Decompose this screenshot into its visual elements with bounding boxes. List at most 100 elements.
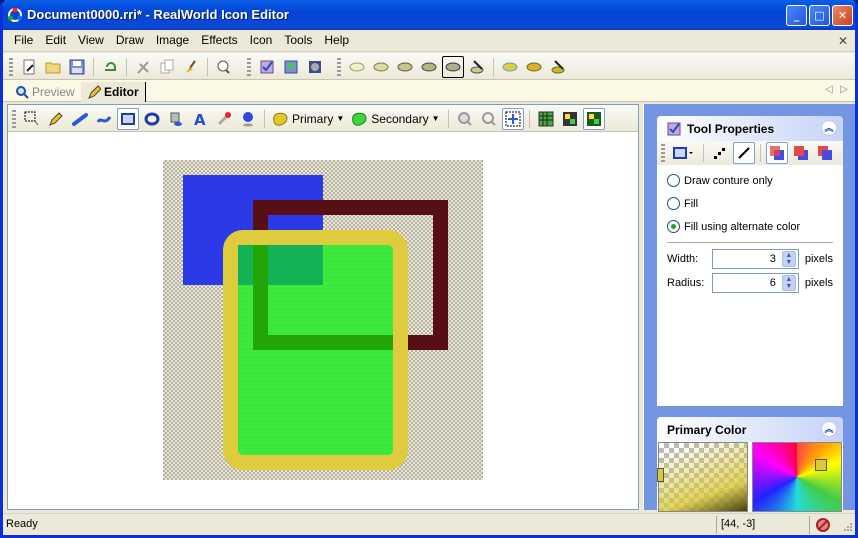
cut-icon[interactable] — [132, 56, 154, 78]
alpha-slider[interactable] — [657, 442, 748, 512]
blend-mode-3-icon[interactable] — [814, 142, 836, 164]
menu-effects[interactable]: Effects — [195, 30, 243, 50]
ellipse-tool-icon[interactable] — [141, 108, 163, 130]
bulb-icon[interactable] — [213, 56, 235, 78]
secondary-color-icon — [352, 112, 367, 126]
zoom-preview-icon[interactable] — [280, 56, 302, 78]
tab-preview[interactable]: Preview — [9, 82, 81, 102]
line-tool-icon[interactable] — [69, 108, 91, 130]
zoom-out-icon[interactable] — [478, 108, 500, 130]
menu-file[interactable]: File — [8, 30, 39, 50]
toolbar-separator — [447, 109, 449, 128]
rectangle-tool-icon[interactable] — [117, 107, 139, 130]
grid-icon[interactable] — [535, 108, 557, 130]
toolbar-grip[interactable] — [661, 144, 665, 162]
text-tool-icon[interactable]: A — [189, 108, 211, 130]
layer-color-1-icon[interactable] — [499, 56, 521, 78]
primary-color-button[interactable]: Primary ▼ — [269, 112, 348, 126]
width-spinner[interactable]: 3 ▲ ▼ — [711, 249, 799, 269]
tab-preview-label: Preview — [32, 85, 75, 99]
resize-grip-icon[interactable] — [841, 522, 853, 534]
hue-wheel[interactable] — [752, 442, 842, 512]
eraser-tool-icon[interactable] — [213, 108, 235, 130]
spin-arrows-icon[interactable]: ▲ ▼ — [781, 275, 796, 291]
tab-scroll-left-icon[interactable]: ◁ — [825, 84, 833, 95]
menu-icon[interactable]: Icon — [244, 30, 279, 50]
option-fill-alternate[interactable]: Fill using alternate color — [657, 215, 843, 238]
editor-toolbar: A Primary ▼ Secondary ▼ — [8, 105, 638, 132]
blend-mode-2-icon[interactable] — [790, 142, 812, 164]
layer-style-4-icon[interactable] — [418, 56, 440, 78]
layer-style-1-icon[interactable] — [346, 56, 368, 78]
collapse-icon[interactable]: ︽ — [821, 120, 837, 136]
maximize-button[interactable]: □ — [809, 5, 830, 26]
toolbar-separator — [207, 57, 208, 76]
shape-type-dropdown[interactable] — [670, 142, 698, 164]
new-document-icon[interactable] — [18, 56, 40, 78]
save-icon[interactable] — [66, 56, 88, 78]
checkbox-icon — [667, 122, 681, 135]
radio-button[interactable] — [667, 197, 680, 210]
toolbar-grip[interactable] — [12, 109, 16, 128]
minimize-button[interactable]: _ — [786, 5, 807, 26]
width-value[interactable]: 3 — [770, 253, 776, 265]
spin-arrows-icon[interactable]: ▲ ▼ — [781, 251, 796, 267]
color-picker-tool-icon[interactable] — [237, 108, 259, 130]
menu-tools[interactable]: Tools — [278, 30, 318, 50]
antialiased-line-icon[interactable] — [733, 142, 755, 164]
toolbar-grip[interactable] — [247, 57, 251, 76]
close-button[interactable]: ✕ — [832, 5, 853, 26]
radio-button-selected[interactable] — [667, 220, 680, 233]
layer-color-edit-icon[interactable] — [547, 56, 569, 78]
secondary-color-button[interactable]: Secondary ▼ — [348, 112, 443, 126]
icon-canvas[interactable] — [163, 160, 483, 480]
document-close-icon[interactable]: ✕ — [835, 33, 851, 49]
menu-view[interactable]: View — [72, 30, 110, 50]
background-1-icon[interactable] — [559, 108, 581, 130]
layer-color-2-icon[interactable] — [523, 56, 545, 78]
alpha-slider-handle[interactable] — [657, 468, 664, 482]
blend-mode-1-icon[interactable] — [766, 142, 788, 164]
collapse-icon[interactable]: ︽ — [821, 421, 837, 437]
menu-draw[interactable]: Draw — [110, 30, 150, 50]
frame-icon[interactable] — [304, 56, 326, 78]
app-window: Document0000.rri* - RealWorld Icon Edito… — [0, 0, 858, 538]
checkbox-icon[interactable] — [256, 56, 278, 78]
divider — [716, 516, 717, 534]
toolbar-grip[interactable] — [337, 57, 341, 76]
pencil-tool-icon[interactable] — [45, 108, 67, 130]
radius-label: Radius: — [667, 277, 705, 289]
copy-icon[interactable] — [156, 56, 178, 78]
aliased-line-icon[interactable] — [709, 142, 731, 164]
svg-text:A: A — [194, 111, 206, 127]
curve-tool-icon[interactable] — [93, 108, 115, 130]
menu-image[interactable]: Image — [150, 30, 195, 50]
layer-style-5-icon[interactable] — [442, 55, 464, 78]
radius-spinner[interactable]: 6 ▲ ▼ — [711, 273, 799, 293]
selection-tool-icon[interactable] — [21, 108, 43, 130]
toolbar-grip[interactable] — [9, 57, 13, 76]
zoom-in-icon[interactable] — [454, 108, 476, 130]
layer-style-edit-icon[interactable] — [466, 56, 488, 78]
background-2-icon[interactable] — [582, 107, 605, 130]
width-row: Width: 3 ▲ ▼ pixels — [657, 247, 843, 271]
option-draw-conture-only[interactable]: Draw conture only — [657, 169, 843, 192]
paste-brush-icon[interactable] — [180, 56, 202, 78]
undo-icon[interactable] — [99, 56, 121, 78]
layer-style-3-icon[interactable] — [394, 56, 416, 78]
radius-value[interactable]: 6 — [770, 277, 776, 289]
fill-tool-icon[interactable] — [165, 108, 187, 130]
layer-style-2-icon[interactable] — [370, 56, 392, 78]
menu-edit[interactable]: Edit — [39, 30, 72, 50]
option-fill[interactable]: Fill — [657, 192, 843, 215]
menu-help[interactable]: Help — [318, 30, 355, 50]
radio-button[interactable] — [667, 174, 680, 187]
open-folder-icon[interactable] — [42, 56, 64, 78]
primary-color-icon — [273, 112, 288, 126]
tab-scroll-right-icon[interactable]: ▷ — [840, 84, 848, 95]
overlap-teal-region — [238, 245, 253, 285]
app-icon — [8, 7, 22, 22]
fit-to-window-icon[interactable] — [501, 107, 524, 130]
tab-editor[interactable]: Editor — [81, 82, 146, 102]
color-picker-handle[interactable] — [815, 459, 827, 471]
